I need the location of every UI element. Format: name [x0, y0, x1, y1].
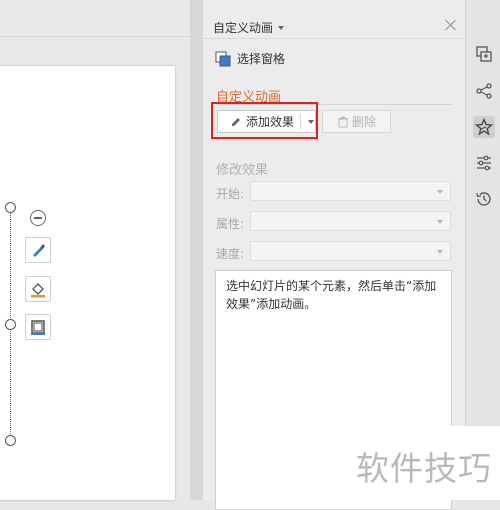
modify-effect-title: 修改效果	[216, 163, 269, 178]
selection-pane-icon	[215, 51, 231, 66]
settings-sliders-icon[interactable]	[473, 152, 495, 174]
add-effect-dropdown-icon[interactable]	[308, 120, 314, 124]
chevron-down-icon	[437, 220, 443, 224]
canvas-top-bar	[0, 0, 190, 37]
speed-label: 速度:	[216, 247, 245, 261]
speed-select[interactable]	[250, 241, 451, 261]
chevron-down-icon	[437, 250, 443, 254]
delete-button[interactable]: 删除	[322, 110, 391, 133]
property-label: 属性:	[216, 217, 245, 231]
custom-animation-pane: 自定义动画 选择窗格 自定义动画 添加效果 删除 修改效果 开始: 属性: 速度…	[203, 0, 465, 510]
fill-color-button[interactable]	[25, 276, 51, 302]
close-icon[interactable]	[444, 18, 458, 32]
pane-title-menu[interactable]: 自定义动画	[213, 19, 285, 36]
history-icon[interactable]	[473, 188, 495, 210]
chevron-down-icon	[437, 190, 443, 194]
shape-outline-icon	[31, 320, 45, 335]
delete-label: 删除	[351, 115, 376, 129]
share-icon[interactable]	[473, 80, 495, 102]
style-brush-button[interactable]	[25, 237, 51, 263]
pencil-icon	[232, 117, 240, 126]
outline-button[interactable]	[25, 314, 51, 340]
slide-canvas-area[interactable]	[0, 0, 190, 500]
resize-handle-middle[interactable]	[5, 319, 16, 330]
trash-icon	[337, 116, 348, 127]
right-icon-bar	[465, 0, 500, 500]
start-select[interactable]	[250, 181, 451, 201]
paint-bucket-icon	[31, 283, 45, 298]
property-select[interactable]	[250, 211, 451, 231]
paintbrush-icon	[33, 244, 45, 257]
chevron-down-icon	[278, 25, 285, 30]
resize-handle-bottom[interactable]	[5, 435, 16, 446]
split-separator	[300, 114, 301, 129]
selection-pane-label: 选择窗格	[237, 52, 286, 66]
canvas-scrollbar[interactable]	[190, 0, 203, 500]
pane-divider	[203, 38, 465, 39]
collapse-toolbar-button[interactable]	[30, 210, 46, 226]
animation-list-hint: 选中幻灯片的某个元素，然后单击“添加效果”添加动画。	[226, 279, 437, 311]
slides-icon[interactable]	[473, 43, 495, 65]
watermark: 软件技巧	[346, 426, 500, 500]
pane-title: 自定义动画	[213, 21, 274, 35]
resize-handle-top[interactable]	[5, 202, 16, 213]
start-label: 开始:	[216, 187, 245, 201]
add-effect-label: 添加效果	[246, 115, 295, 129]
add-effect-button[interactable]: 添加效果	[217, 110, 316, 133]
selection-pane-button[interactable]: 选择窗格	[215, 50, 285, 67]
animation-star-icon[interactable]	[473, 116, 495, 138]
watermark-text: 软件技巧	[356, 449, 492, 488]
